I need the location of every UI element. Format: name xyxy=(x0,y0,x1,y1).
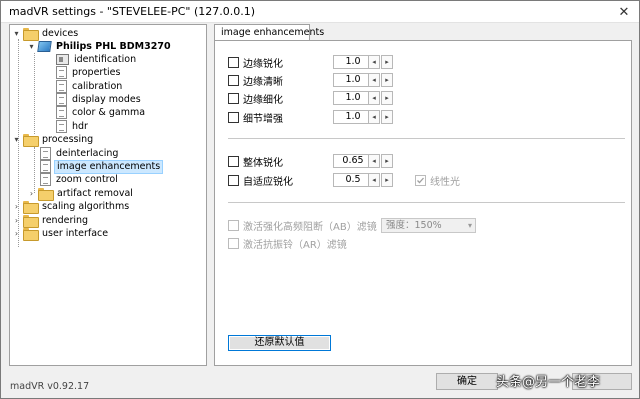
overall-sharpen-row[interactable]: 整体锐化 xyxy=(228,154,283,169)
collapse-icon[interactable]: › xyxy=(12,229,21,238)
adaptive-sharpen-checkbox[interactable] xyxy=(228,174,239,186)
document-icon xyxy=(40,173,51,186)
adaptive-sharpen-value[interactable]: 0.5 xyxy=(333,173,373,187)
document-icon xyxy=(56,120,67,133)
divider xyxy=(228,138,625,140)
close-button[interactable]: ✕ xyxy=(609,1,639,23)
document-icon xyxy=(56,80,67,93)
enhance-detail-row[interactable]: 细节增强 xyxy=(228,110,283,125)
watermark: 头条@另一个老李 xyxy=(496,375,601,390)
enhance-detail-value[interactable]: 1.0 xyxy=(333,110,373,124)
decrease-icon[interactable]: ◂ xyxy=(368,91,380,105)
document-icon xyxy=(40,147,51,160)
tree-item-user-interface[interactable]: › user interface xyxy=(12,227,110,241)
ab-filter-row[interactable]: 激活强化高频阻断（AB）滤镜 xyxy=(228,218,377,233)
image-enhancements-panel: 边缘锐化 1.0 ◂ ▸ 边缘清晰 1.0 ◂ ▸ 边缘细化 1.0 ◂ ▸ 细… xyxy=(214,40,632,366)
document-icon xyxy=(40,160,51,173)
checkmark-icon xyxy=(417,177,424,183)
sharpen-edges-value[interactable]: 1.0 xyxy=(333,55,373,69)
id-card-icon xyxy=(56,54,69,65)
decrease-icon[interactable]: ◂ xyxy=(368,154,380,168)
collapse-icon[interactable]: › xyxy=(12,216,21,225)
tree-item-image-enhancements[interactable]: image enhancements xyxy=(40,159,164,174)
collapse-icon[interactable]: › xyxy=(12,202,21,211)
folder-icon xyxy=(23,215,39,228)
folder-icon xyxy=(38,188,54,201)
tree-item-scaling-algorithms[interactable]: › scaling algorithms xyxy=(12,200,131,214)
increase-icon[interactable]: ▸ xyxy=(381,55,393,69)
monitor-icon xyxy=(37,41,52,52)
expand-icon[interactable]: ▾ xyxy=(12,135,21,144)
crispen-edges-value[interactable]: 1.0 xyxy=(333,73,373,87)
enhance-detail-checkbox[interactable] xyxy=(228,111,239,123)
tree-item-rendering[interactable]: › rendering xyxy=(12,214,90,228)
tree-item-hdr[interactable]: hdr xyxy=(56,120,90,133)
ar-filter-checkbox[interactable] xyxy=(228,237,239,249)
overall-sharpen-value[interactable]: 0.65 xyxy=(333,154,373,168)
divider xyxy=(228,202,625,204)
thin-edges-checkbox[interactable] xyxy=(228,92,239,104)
decrease-icon[interactable]: ◂ xyxy=(368,110,380,124)
folder-icon xyxy=(23,228,39,241)
tree-item-color-gamma[interactable]: color & gamma xyxy=(56,106,147,119)
ab-strength-dropdown[interactable]: 强度：150% ▾ xyxy=(381,218,476,233)
document-icon xyxy=(56,106,67,119)
increase-icon[interactable]: ▸ xyxy=(381,91,393,105)
ar-filter-row[interactable]: 激活抗振铃（AR）滤镜 xyxy=(228,236,347,251)
window-title: madVR settings - "STEVELEE-PC" (127.0.0.… xyxy=(9,5,256,18)
document-icon xyxy=(56,66,67,79)
crispen-edges-checkbox[interactable] xyxy=(228,74,239,86)
expand-icon[interactable]: ▾ xyxy=(27,42,36,51)
increase-icon[interactable]: ▸ xyxy=(381,173,393,187)
tree-item-processing[interactable]: ▾ processing xyxy=(12,133,95,147)
increase-icon[interactable]: ▸ xyxy=(381,154,393,168)
tree-item-display[interactable]: ▾ Philips PHL BDM3270 xyxy=(27,40,173,53)
sharpen-edges-checkbox[interactable] xyxy=(228,56,239,68)
restore-defaults-button[interactable]: 还原默认值 xyxy=(228,335,331,351)
settings-tree[interactable]: ▾ devices ▾ Philips PHL BDM3270 identifi… xyxy=(9,24,207,366)
tree-item-display-modes[interactable]: display modes xyxy=(56,93,143,106)
document-icon xyxy=(56,93,67,106)
increase-icon[interactable]: ▸ xyxy=(381,73,393,87)
linear-light-row[interactable]: 线性光 xyxy=(415,173,460,188)
title-bar: madVR settings - "STEVELEE-PC" (127.0.0.… xyxy=(1,1,639,23)
chevron-down-icon: ▾ xyxy=(467,221,472,230)
tree-item-deinterlacing[interactable]: deinterlacing xyxy=(40,147,120,160)
folder-icon xyxy=(23,134,39,147)
ab-strength-value: 强度：150% xyxy=(386,220,442,231)
tree-item-devices[interactable]: ▾ devices xyxy=(12,27,80,41)
overall-sharpen-checkbox[interactable] xyxy=(228,155,239,167)
tree-item-properties[interactable]: properties xyxy=(56,66,122,79)
decrease-icon[interactable]: ◂ xyxy=(368,173,380,187)
version-label: madVR v0.92.17 xyxy=(10,381,90,392)
tree-item-identification[interactable]: identification xyxy=(56,53,138,66)
decrease-icon[interactable]: ◂ xyxy=(368,73,380,87)
tab-image-enhancements[interactable]: image enhancements xyxy=(214,24,324,41)
thin-edges-value[interactable]: 1.0 xyxy=(333,91,373,105)
tree-item-calibration[interactable]: calibration xyxy=(56,80,124,93)
increase-icon[interactable]: ▸ xyxy=(381,110,393,124)
adaptive-sharpen-row[interactable]: 自适应锐化 xyxy=(228,173,293,188)
ab-filter-checkbox[interactable] xyxy=(228,219,239,231)
settings-window: madVR settings - "STEVELEE-PC" (127.0.0.… xyxy=(0,0,640,399)
thin-edges-row[interactable]: 边缘细化 xyxy=(228,91,283,106)
folder-icon xyxy=(23,201,39,214)
folder-icon xyxy=(23,28,39,41)
crispen-edges-row[interactable]: 边缘清晰 xyxy=(228,73,283,88)
tree-item-artifact-removal[interactable]: › artifact removal xyxy=(27,187,135,201)
ok-button[interactable]: 确定 xyxy=(436,373,498,390)
tree-item-zoom-control[interactable]: zoom control xyxy=(40,173,120,186)
expand-icon[interactable]: ▾ xyxy=(12,29,21,38)
decrease-icon[interactable]: ◂ xyxy=(368,55,380,69)
linear-light-checkbox[interactable] xyxy=(415,174,426,186)
sharpen-edges-row[interactable]: 边缘锐化 xyxy=(228,55,283,70)
collapse-icon[interactable]: › xyxy=(27,189,36,198)
